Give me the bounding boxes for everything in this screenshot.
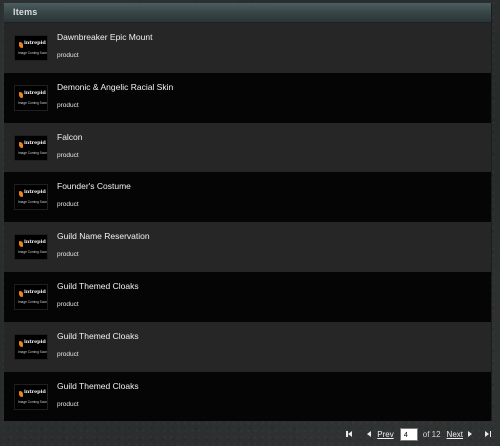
next-page-icon[interactable] [467, 430, 472, 438]
item-name[interactable]: Founder's Costume [57, 181, 131, 191]
thumbnail-brand-text: intrepid [24, 139, 46, 146]
prev-page-icon[interactable] [367, 430, 372, 438]
item-type: product [57, 400, 79, 408]
item-thumbnail: intrepid Image Coming Soon [14, 283, 48, 310]
item-name[interactable]: Falcon [57, 132, 83, 142]
item-type: product [57, 201, 79, 209]
item-type: product [57, 300, 79, 308]
intrepid-logo-icon [19, 290, 23, 297]
pagination: Prev of 12 Next [345, 426, 492, 442]
intrepid-logo-icon [19, 141, 23, 148]
item-thumbnail: intrepid Image Coming Soon [14, 35, 48, 61]
item-type: product [57, 101, 79, 109]
items-list: intrepid Image Coming Soon Dawnbreaker Epi… [4, 23, 491, 421]
list-item[interactable]: intrepid Image Coming Soon Guild Themed Cl… [4, 371, 491, 421]
item-name[interactable]: Guild Themed Cloaks [57, 331, 139, 341]
first-page-icon[interactable] [345, 430, 353, 438]
thumbnail-caption: Image Coming Soon [18, 349, 48, 354]
items-panel: Items intrepid Image Coming Soon Dawnbreak… [4, 3, 492, 421]
item-name[interactable]: Guild Themed Cloaks [57, 381, 139, 391]
thumbnail-caption: Image Coming Soon [18, 299, 48, 304]
item-thumbnail: intrepid Image Coming Soon [14, 333, 48, 360]
thumbnail-brand-text: intrepid [24, 40, 46, 46]
total-pages-label: of 12 [422, 429, 441, 439]
list-item[interactable]: intrepid Image Coming Soon Demonic & Angel… [4, 72, 491, 123]
thumbnail-caption: Image Coming Soon [18, 100, 48, 105]
thumbnail-caption: Image Coming Soon [18, 150, 48, 155]
intrepid-logo-icon [19, 91, 23, 98]
page-number-input[interactable] [399, 427, 418, 441]
list-item[interactable]: intrepid Image Coming Soon Guild Name Rese… [4, 222, 491, 272]
item-type: product [57, 251, 79, 259]
panel-title: Items [4, 3, 491, 23]
item-name[interactable]: Guild Themed Cloaks [57, 281, 139, 291]
list-item[interactable]: intrepid Image Coming Soon Falcon product [4, 122, 491, 173]
list-item[interactable]: intrepid Image Coming Soon Founder's Costu… [4, 172, 491, 223]
intrepid-logo-icon [19, 42, 23, 48]
intrepid-logo-icon [19, 191, 23, 198]
thumbnail-brand-text: intrepid [24, 89, 46, 96]
thumbnail-caption: Image Coming Soon [18, 200, 48, 205]
item-type: product [57, 350, 79, 358]
item-name[interactable]: Dawnbreaker Epic Mount [57, 32, 152, 42]
item-thumbnail: intrepid Image Coming Soon [14, 383, 48, 410]
thumbnail-caption: Image Coming Soon [18, 51, 48, 55]
item-thumbnail: intrepid Image Coming Soon [14, 184, 48, 211]
thumbnail-brand-text: intrepid [24, 189, 46, 196]
thumbnail-caption: Image Coming Soon [18, 250, 48, 255]
item-type: product [57, 52, 79, 59]
thumbnail-brand-text: intrepid [24, 338, 46, 345]
thumbnail-brand-text: intrepid [24, 239, 46, 246]
thumbnail-caption: Image Coming Soon [18, 399, 48, 404]
item-name[interactable]: Guild Name Reservation [57, 231, 150, 241]
intrepid-logo-icon [19, 241, 23, 248]
list-item[interactable]: intrepid Image Coming Soon Dawnbreaker Epi… [4, 23, 491, 73]
prev-page-link[interactable]: Prev [377, 430, 393, 439]
last-page-icon[interactable] [484, 430, 492, 438]
intrepid-logo-icon [19, 340, 23, 347]
item-name[interactable]: Demonic & Angelic Racial Skin [57, 82, 173, 92]
item-thumbnail: intrepid Image Coming Soon [14, 84, 48, 111]
next-page-link[interactable]: Next [447, 430, 463, 439]
item-thumbnail: intrepid Image Coming Soon [14, 234, 48, 261]
list-item[interactable]: intrepid Image Coming Soon Guild Themed Cl… [4, 271, 491, 322]
thumbnail-brand-text: intrepid [24, 388, 46, 395]
item-type: product [57, 151, 79, 159]
intrepid-logo-icon [19, 390, 23, 397]
list-item[interactable]: intrepid Image Coming Soon Guild Themed Cl… [4, 321, 491, 372]
thumbnail-brand-text: intrepid [24, 288, 46, 295]
item-thumbnail: intrepid Image Coming Soon [14, 134, 48, 161]
